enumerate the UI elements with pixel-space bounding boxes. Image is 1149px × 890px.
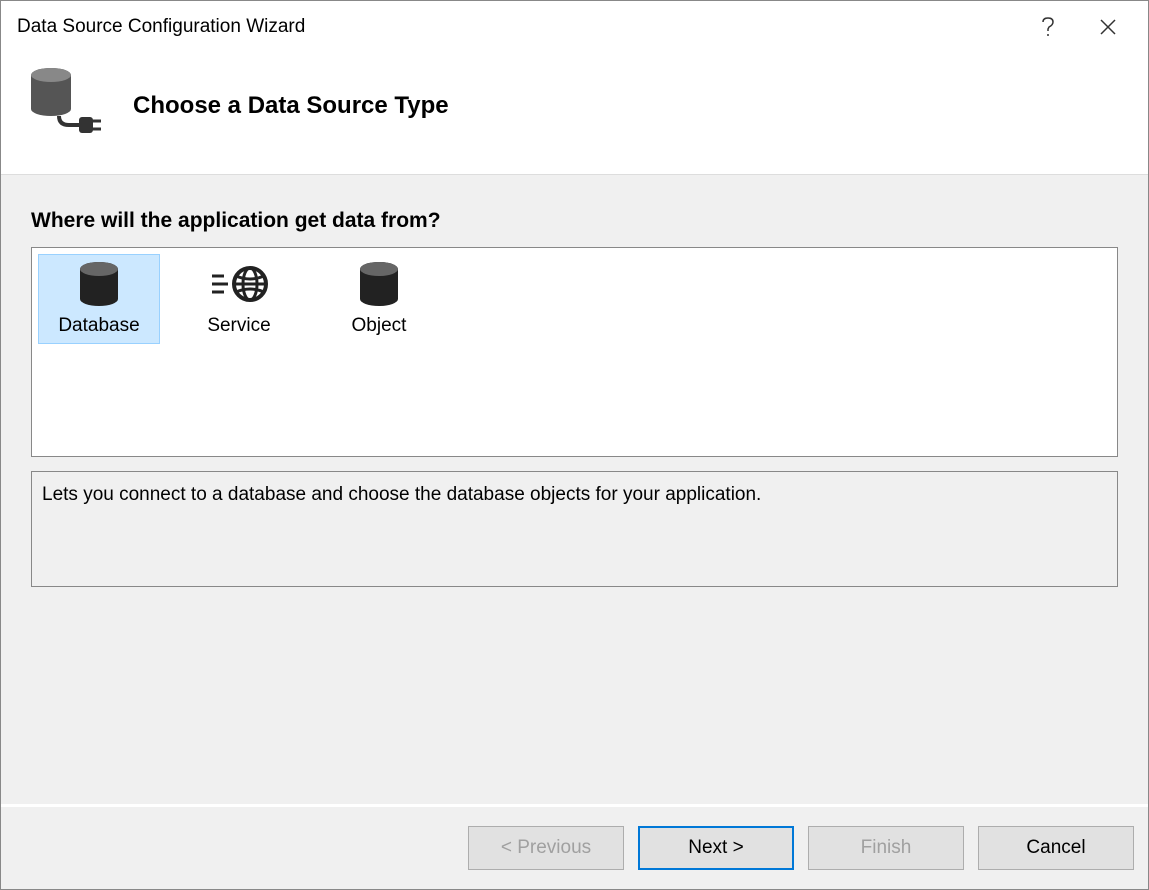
finish-button[interactable]: Finish [808, 826, 964, 870]
object-icon [358, 259, 400, 309]
data-source-options: Database Service [31, 247, 1118, 457]
service-icon [210, 259, 268, 309]
previous-button[interactable]: < Previous [468, 826, 624, 870]
cancel-button[interactable]: Cancel [978, 826, 1134, 870]
titlebar: Data Source Configuration Wizard [1, 1, 1148, 53]
option-label: Database [58, 315, 139, 337]
page-title: Choose a Data Source Type [133, 92, 449, 120]
question-label: Where will the application get data from… [31, 209, 1118, 233]
option-service[interactable]: Service [178, 254, 300, 344]
wizard-footer: < Previous Next > Finish Cancel [1, 807, 1148, 889]
option-database[interactable]: Database [38, 254, 160, 344]
description-text: Lets you connect to a database and choos… [42, 484, 761, 505]
description-box: Lets you connect to a database and choos… [31, 471, 1118, 587]
option-label: Service [207, 315, 270, 337]
close-icon [1100, 19, 1116, 35]
wizard-dialog: Data Source Configuration Wizard [1, 1, 1148, 889]
wizard-header: Choose a Data Source Type [1, 53, 1148, 174]
option-object[interactable]: Object [318, 254, 440, 344]
next-button[interactable]: Next > [638, 826, 794, 870]
close-button[interactable] [1078, 2, 1138, 52]
help-button[interactable] [1018, 2, 1078, 52]
option-label: Object [352, 315, 407, 337]
help-icon [1042, 17, 1054, 37]
window-title: Data Source Configuration Wizard [17, 16, 1018, 38]
wizard-content: Where will the application get data from… [1, 174, 1148, 804]
wizard-header-icon [21, 67, 103, 144]
database-icon [78, 259, 120, 309]
database-plug-icon [21, 67, 103, 139]
